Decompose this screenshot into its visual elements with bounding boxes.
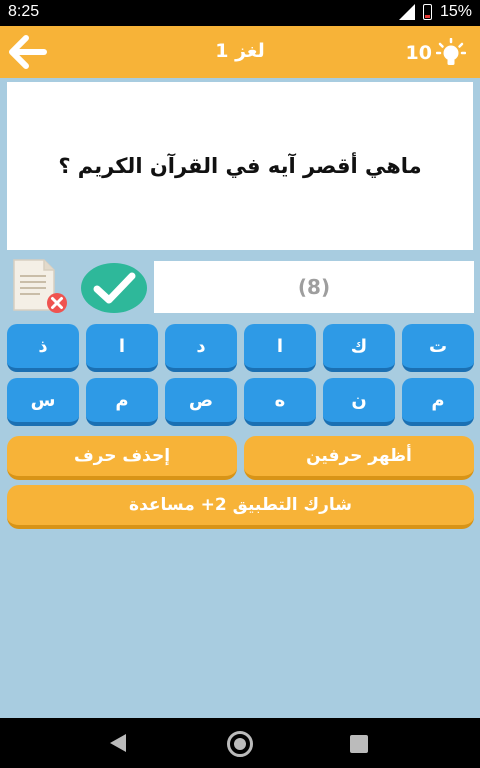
letter-key[interactable]: م — [402, 378, 474, 426]
signal-icon — [398, 4, 415, 20]
share-app-button[interactable]: شارك التطبيق 2+ مساعدة — [7, 485, 474, 529]
letter-key[interactable]: س — [7, 378, 79, 426]
navigation-bar — [0, 718, 480, 768]
letter-key[interactable]: ن — [323, 378, 395, 426]
letter-key[interactable]: ص — [165, 378, 237, 426]
letter-key[interactable]: ا — [86, 324, 158, 372]
letter-key[interactable]: ت — [402, 324, 474, 372]
hints-counter[interactable]: 10 — [406, 38, 466, 68]
lightbulb-icon — [436, 38, 466, 65]
app-bar: لغز 1 10 — [0, 26, 480, 78]
letter-key[interactable]: د — [165, 324, 237, 372]
status-bar: 8:25 15% — [0, 0, 480, 26]
answer-length-placeholder: (8) — [297, 275, 331, 299]
letter-key[interactable]: ك — [323, 324, 395, 372]
status-right: 15% — [398, 3, 472, 21]
letter-key[interactable]: م — [86, 378, 158, 426]
answer-field[interactable]: (8) — [154, 261, 474, 313]
remove-letters-icon[interactable] — [10, 258, 70, 316]
nav-recent-apps-icon[interactable] — [350, 735, 368, 753]
check-answer-icon[interactable] — [80, 262, 148, 314]
battery-percent: 15% — [439, 3, 472, 20]
nav-home-icon[interactable] — [227, 731, 253, 757]
hints-count: 10 — [405, 42, 432, 64]
status-time: 8:25 — [8, 3, 40, 20]
letter-key[interactable]: ا — [244, 324, 316, 372]
nav-back-icon[interactable] — [110, 734, 126, 752]
battery-icon — [422, 4, 432, 20]
letter-key[interactable]: ذ — [7, 324, 79, 372]
letter-key[interactable]: ه — [244, 378, 316, 426]
question-text: ماهي أقصر آيه في القرآن الكريم ؟ — [58, 154, 422, 178]
reveal-two-letters-button[interactable]: أظهر حرفين — [244, 436, 474, 480]
delete-letter-button[interactable]: إحذف حرف — [7, 436, 237, 480]
question-panel: ماهي أقصر آيه في القرآن الكريم ؟ — [7, 82, 473, 250]
